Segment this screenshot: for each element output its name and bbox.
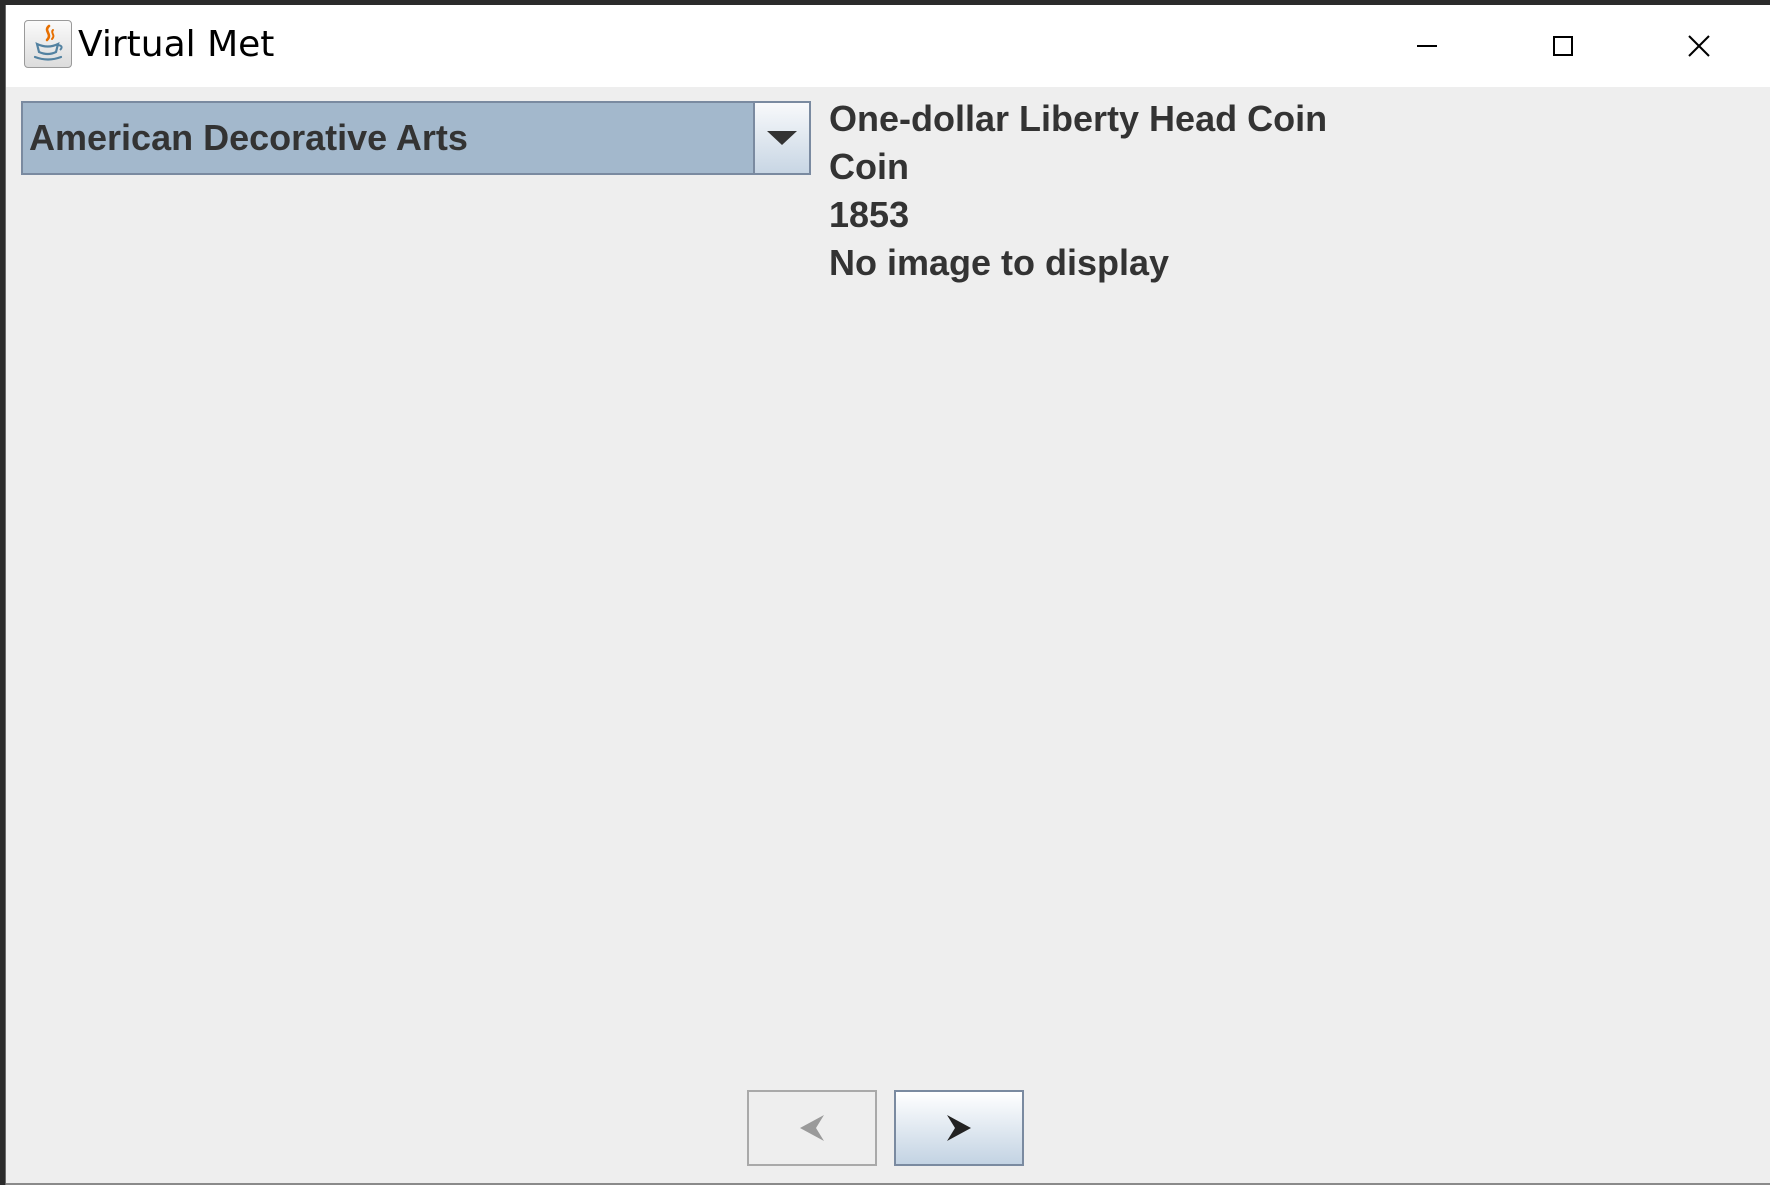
title-bar[interactable]: Virtual Met	[6, 5, 1770, 87]
artwork-date: 1853	[829, 194, 910, 235]
close-icon	[1688, 35, 1710, 57]
close-button[interactable]	[1631, 5, 1767, 87]
artwork-object-type: Coin	[829, 146, 909, 187]
department-selected-value: American Decorative Arts	[29, 117, 468, 158]
app-window: Virtual Met American Decorative Arts One…	[5, 5, 1770, 1185]
minimize-icon	[1417, 45, 1437, 47]
chevron-down-icon	[767, 131, 797, 145]
window-title: Virtual Met	[78, 24, 275, 65]
artwork-image-status: No image to display	[829, 242, 1170, 283]
department-dropdown[interactable]: American Decorative Arts	[21, 101, 811, 175]
dropdown-arrow-button[interactable]	[753, 103, 809, 173]
maximize-button[interactable]	[1495, 5, 1631, 87]
arrow-left-icon	[800, 1115, 824, 1141]
main-content: American Decorative Arts One-dollar Libe…	[6, 87, 1770, 1185]
artwork-title: One-dollar Liberty Head Coin	[829, 98, 1328, 139]
next-button[interactable]	[894, 1090, 1024, 1166]
artwork-info: One-dollar Liberty Head Coin Coin 1853 N…	[829, 95, 1327, 287]
maximize-icon	[1553, 36, 1573, 56]
java-app-icon	[24, 20, 72, 68]
arrow-right-icon	[947, 1115, 971, 1141]
minimize-button[interactable]	[1359, 5, 1495, 87]
previous-button[interactable]	[747, 1090, 877, 1166]
